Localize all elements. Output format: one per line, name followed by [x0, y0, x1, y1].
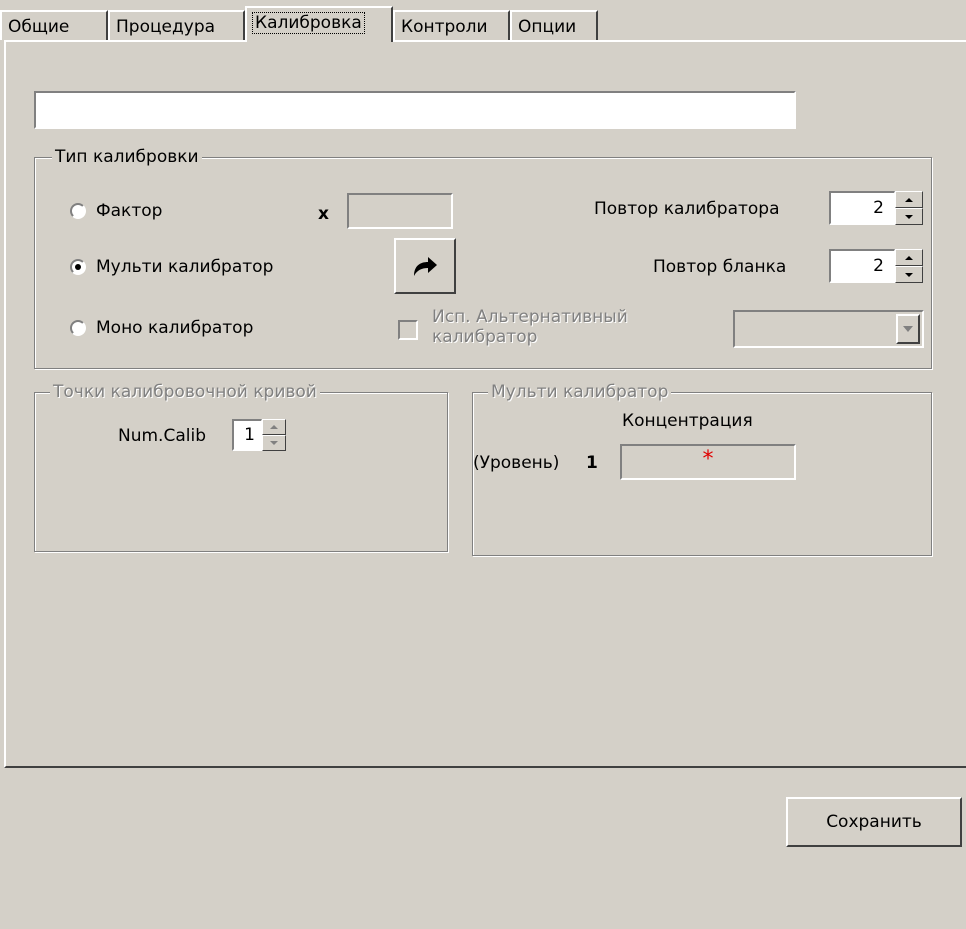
- curve-points-title: Точки калибровочной кривой: [50, 382, 320, 402]
- alt-calibrator-label-line1: Исп. Альтернативный: [432, 307, 628, 327]
- arrow-down-icon: [270, 441, 278, 445]
- level-number: 1: [586, 453, 598, 473]
- num-calib-spinner[interactable]: [262, 419, 286, 451]
- num-calib-label: Num.Calib: [118, 426, 206, 446]
- chevron-down-icon: [903, 326, 913, 332]
- arrow-down-icon: [905, 214, 913, 219]
- tab-calibration[interactable]: Калибровка: [245, 6, 393, 42]
- concentration-level-1-input[interactable]: *: [620, 444, 796, 480]
- alt-calibrator-dropdown-button[interactable]: [896, 314, 920, 344]
- mono-calibrator-label: Моно калибратор: [96, 318, 254, 338]
- calibration-type-title: Тип калибровки: [52, 147, 202, 167]
- level-label: (Уровень): [473, 453, 560, 473]
- blank-repeat-label: Повтор бланка: [653, 257, 787, 277]
- spin-down-button[interactable]: [262, 435, 286, 451]
- redirect-arrow-icon: [414, 257, 437, 276]
- spin-up-button[interactable]: [262, 419, 286, 435]
- multi-calibrator-radio[interactable]: [70, 259, 86, 275]
- curve-points-group: [34, 392, 448, 552]
- calibrator-repeat-input[interactable]: 2: [829, 191, 895, 225]
- tab-controls[interactable]: Контроли: [393, 10, 510, 40]
- arrow-up-icon: [270, 425, 278, 429]
- blank-repeat-input[interactable]: 2: [829, 249, 895, 283]
- alt-calibrator-label-line2: калибратор: [432, 327, 538, 347]
- save-button[interactable]: Сохранить: [786, 797, 962, 847]
- calibrator-repeat-spinner[interactable]: [895, 191, 923, 225]
- factor-x-label: x: [318, 204, 329, 224]
- multi-calibrator-title: Мульти калибратор: [488, 382, 672, 402]
- multi-calibrator-label: Мульти калибратор: [96, 257, 274, 277]
- arrow-down-icon: [905, 272, 913, 277]
- alt-calibrator-checkbox[interactable]: [398, 320, 418, 340]
- concentration-header: Концентрация: [622, 411, 753, 431]
- required-mark: *: [702, 447, 714, 472]
- tab-options[interactable]: Опции: [510, 10, 598, 40]
- spin-down-button[interactable]: [895, 208, 923, 225]
- tab-procedure[interactable]: Процедура: [108, 10, 245, 40]
- num-calib-input[interactable]: 1: [232, 419, 262, 451]
- spin-down-button[interactable]: [895, 266, 923, 283]
- calibration-name-field[interactable]: [34, 91, 796, 129]
- arrow-up-icon: [905, 197, 913, 202]
- open-calibrator-button[interactable]: [394, 238, 456, 294]
- factor-label: Фактор: [96, 201, 163, 221]
- tab-general[interactable]: Общие: [0, 10, 108, 40]
- factor-radio[interactable]: [70, 203, 86, 219]
- mono-calibrator-radio[interactable]: [70, 320, 86, 336]
- calibrator-repeat-label: Повтор калибратора: [594, 199, 780, 219]
- factor-value-field[interactable]: [347, 193, 453, 229]
- blank-repeat-spinner[interactable]: [895, 249, 923, 283]
- arrow-up-icon: [905, 255, 913, 260]
- spin-up-button[interactable]: [895, 191, 923, 208]
- spin-up-button[interactable]: [895, 249, 923, 266]
